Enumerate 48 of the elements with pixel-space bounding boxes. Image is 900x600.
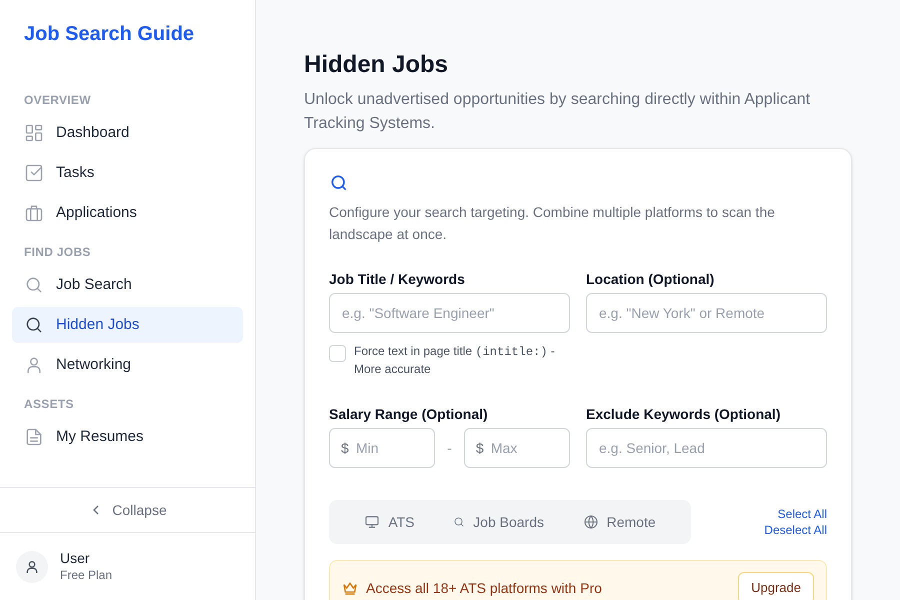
search-icon	[24, 275, 44, 295]
search-icon	[329, 173, 349, 193]
search-icon	[453, 516, 466, 528]
range-separator: -	[446, 438, 453, 458]
nav-item[interactable]: Dashboard	[12, 115, 243, 151]
currency-symbol: $	[341, 439, 349, 458]
field-label: Job Title / Keywords	[329, 270, 466, 289]
crown-icon	[342, 580, 358, 596]
section-heading: FIND JOBS	[23, 244, 92, 261]
section-heading: ASSETS	[23, 396, 75, 413]
deselect-all-link[interactable]: Deselect All	[764, 522, 827, 538]
promo-text: Access all 18+ ATS platforms with Pro	[366, 578, 602, 598]
briefcase-icon	[24, 203, 44, 223]
location-field[interactable]: e.g. "New York" or Remote	[586, 293, 827, 333]
grid-icon	[24, 123, 44, 143]
upgrade-button[interactable]: Upgrade	[738, 572, 814, 600]
avatar	[16, 550, 48, 582]
checkbox[interactable]	[329, 345, 346, 362]
search-icon	[24, 315, 44, 335]
tab[interactable]: Remote	[570, 504, 668, 540]
user-plan: Free Plan	[60, 568, 112, 583]
document-icon	[24, 427, 44, 447]
collapse-button[interactable]: Collapse	[88, 500, 167, 520]
page-title: Hidden Jobs	[304, 50, 450, 80]
card-description: Configure your search targeting. Combine multiple platforms to scan the landscape at once.	[329, 203, 776, 244]
nav-item[interactable]: Job Search	[12, 267, 243, 303]
field-label: Salary Range (Optional)	[329, 405, 489, 424]
checkbox-label: Force text in page title (intitle:) - More accurate	[354, 343, 556, 378]
nav-item[interactable]: My Resumes	[12, 419, 243, 455]
monitor-icon	[364, 514, 380, 530]
checkbox-icon	[24, 163, 44, 183]
tab[interactable]: ATS	[352, 504, 427, 540]
user-name: User	[60, 550, 91, 568]
brand-title: Job Search Guide	[24, 23, 194, 45]
exclude-keywords-field[interactable]: e.g. Senior, Lead	[586, 428, 827, 468]
field-label: Location (Optional)	[586, 270, 716, 289]
nav-item[interactable]: Hidden Jobs	[12, 307, 243, 343]
job-title-field[interactable]: e.g. "Software Engineer"	[329, 293, 570, 333]
nav-item[interactable]: Tasks	[12, 155, 243, 191]
tab[interactable]: Job Boards	[441, 504, 556, 540]
page-subtitle: Unlock unadvertised opportunities by searching directly within Applicant Tracking Systems.	[304, 90, 812, 134]
select-all-link[interactable]: Select All	[778, 506, 827, 522]
globe-icon	[582, 514, 599, 530]
currency-symbol: $	[476, 439, 484, 458]
nav-item[interactable]: Applications	[12, 195, 243, 231]
field-label: Exclude Keywords (Optional)	[586, 405, 782, 424]
section-heading: OVERVIEW	[23, 92, 92, 109]
nav-item[interactable]: Networking	[12, 347, 243, 383]
